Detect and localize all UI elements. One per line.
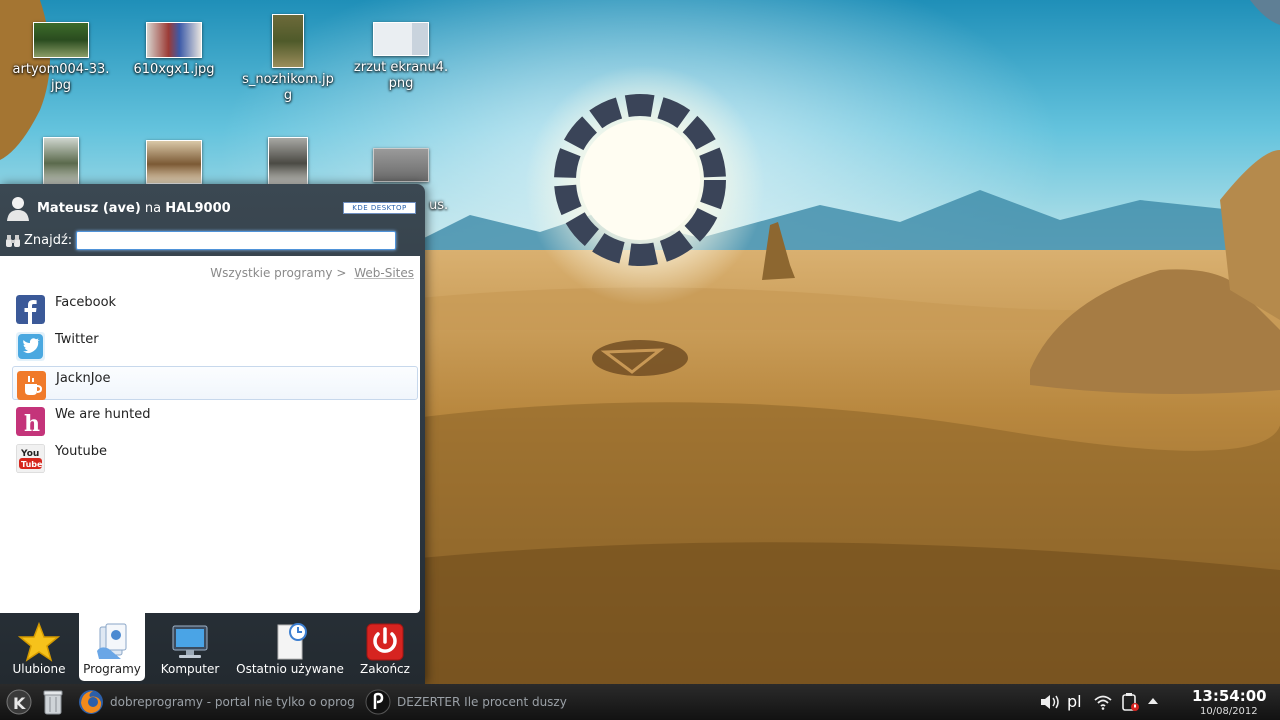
breadcrumb-web-sites[interactable]: Web-Sites: [354, 266, 414, 280]
desktop-icon-label: artyom004-33. jpg: [12, 62, 110, 93]
power-management-icon[interactable]: [1119, 692, 1141, 712]
power-icon: [366, 623, 404, 661]
task-music-player[interactable]: DEZERTER Ile procent duszy: [365, 688, 567, 716]
tab-label: Komputer: [160, 662, 220, 676]
youtube-icon: You Tube: [16, 444, 45, 473]
tab-computer[interactable]: Komputer: [150, 613, 230, 681]
kickoff-tabs: Ulubione Programy Komputer Ostatnio używ…: [0, 613, 425, 684]
kickoff-content: Wszystkie programy > Web-Sites Facebook …: [0, 256, 420, 613]
breadcrumb-all-programs[interactable]: Wszystkie programy >: [210, 266, 346, 280]
image-thumbnail-icon: [272, 14, 304, 68]
breadcrumb: Wszystkie programy > Web-Sites: [206, 266, 414, 280]
image-thumbnail-icon: [33, 22, 89, 58]
desktop-icon-zrzut-ekranu[interactable]: zrzut ekranu4. png: [351, 22, 451, 92]
clock-time[interactable]: 13:54:00: [1192, 687, 1267, 705]
app-name: Youtube: [55, 444, 107, 459]
app-item-twitter[interactable]: Twitter: [12, 328, 418, 362]
image-thumbnail-icon: [373, 148, 429, 182]
task-firefox[interactable]: dobreprogramy - portal nie tylko o oprog…: [78, 688, 356, 716]
user-name: Mateusz (ave): [37, 201, 141, 216]
taskbar: K dobreprogramy - portal nie tylko o opr…: [0, 684, 1280, 720]
facebook-icon: [16, 295, 45, 324]
keyboard-layout-indicator[interactable]: pl: [1067, 692, 1082, 711]
tab-recently-used[interactable]: Ostatnio używane: [235, 613, 345, 681]
recent-icon: [277, 623, 307, 660]
svg-text:K: K: [13, 694, 26, 713]
task-label: DEZERTER Ile procent duszy: [397, 695, 567, 709]
applications-icon: [97, 623, 127, 659]
desktop-icon-artyom[interactable]: artyom004-33. jpg: [11, 22, 111, 94]
desktop-icon-5[interactable]: [11, 137, 111, 189]
app-item-jacknjoe[interactable]: JacknJoe: [12, 366, 418, 400]
svg-text:Tube: Tube: [21, 460, 43, 469]
app-name: Facebook: [55, 295, 117, 310]
app-item-youtube[interactable]: You Tube Youtube: [12, 440, 418, 474]
app-item-we-are-hunted[interactable]: h We are hunted: [12, 403, 418, 437]
host-name: HAL9000: [165, 201, 231, 216]
tab-label: Ulubione: [12, 662, 66, 676]
desktop-icon-7[interactable]: [238, 137, 338, 189]
desktop-icon-label: 610xgx1.jpg: [133, 62, 215, 77]
user-info: Mateusz (ave) na HAL9000: [37, 201, 231, 216]
wearehunted-icon: h: [16, 407, 45, 436]
svg-text:h: h: [24, 411, 40, 436]
kickoff-header: Mateusz (ave) na HAL9000 KDE DESKTOP: [0, 184, 425, 232]
music-player-icon: [365, 689, 391, 715]
desktop-icon-6[interactable]: [124, 140, 224, 188]
app-name: JacknJoe: [56, 371, 111, 386]
firefox-icon: [79, 690, 103, 714]
tab-programs[interactable]: Programy: [79, 613, 145, 681]
volume-icon[interactable]: [1040, 694, 1062, 710]
jacknjoe-icon: [17, 371, 46, 400]
app-name: We are hunted: [55, 407, 151, 422]
desktop-icon-610xgx1[interactable]: 610xgx1.jpg: [124, 22, 224, 78]
wifi-icon[interactable]: [1093, 694, 1113, 710]
app-item-facebook[interactable]: Facebook: [12, 291, 418, 325]
kickoff-menu: Mateusz (ave) na HAL9000 KDE DESKTOP Zna…: [0, 184, 425, 684]
desktop-icon-label: zrzut ekranu4. png: [353, 60, 449, 91]
search-row: Znajdź:: [0, 230, 425, 254]
desktop-icon-label: s_nozhikom.jpg: [242, 72, 334, 103]
star-icon: [18, 621, 60, 662]
tab-label: Ostatnio używane: [236, 662, 344, 676]
tab-label: Programy: [83, 662, 141, 676]
user-on-text: na: [144, 201, 162, 216]
app-name: Twitter: [55, 332, 99, 347]
tab-label: Zakończ: [360, 662, 410, 676]
binoculars-icon: [6, 235, 20, 247]
kde-launcher-icon[interactable]: K: [5, 688, 33, 716]
svg-text:You: You: [20, 449, 39, 459]
tray-expand-arrow-icon[interactable]: [1147, 696, 1159, 706]
twitter-icon: [16, 332, 45, 361]
computer-icon: [172, 625, 208, 658]
kde-desktop-logo: KDE DESKTOP: [343, 202, 416, 214]
desktop-icon-s-nozhikom[interactable]: s_nozhikom.jpg: [238, 14, 338, 104]
image-thumbnail-icon: [268, 137, 308, 185]
desktop-icon-8[interactable]: us.: [351, 148, 451, 213]
image-thumbnail-icon: [146, 140, 202, 184]
search-input[interactable]: [76, 231, 396, 250]
task-label: dobreprogramy - portal nie tylko o oprog…: [110, 695, 354, 709]
user-icon: [7, 197, 29, 221]
desktop-icon-label: us.: [429, 198, 449, 213]
tab-favorites[interactable]: Ulubione: [0, 613, 78, 681]
image-thumbnail-icon: [146, 22, 202, 58]
clock-date[interactable]: 10/08/2012: [1200, 706, 1258, 717]
trash-icon[interactable]: [40, 688, 66, 716]
image-thumbnail-icon: [43, 137, 79, 185]
tab-leave[interactable]: Zakończ: [350, 613, 420, 681]
image-thumbnail-icon: [373, 22, 429, 56]
search-label: Znajdź:: [24, 233, 73, 248]
